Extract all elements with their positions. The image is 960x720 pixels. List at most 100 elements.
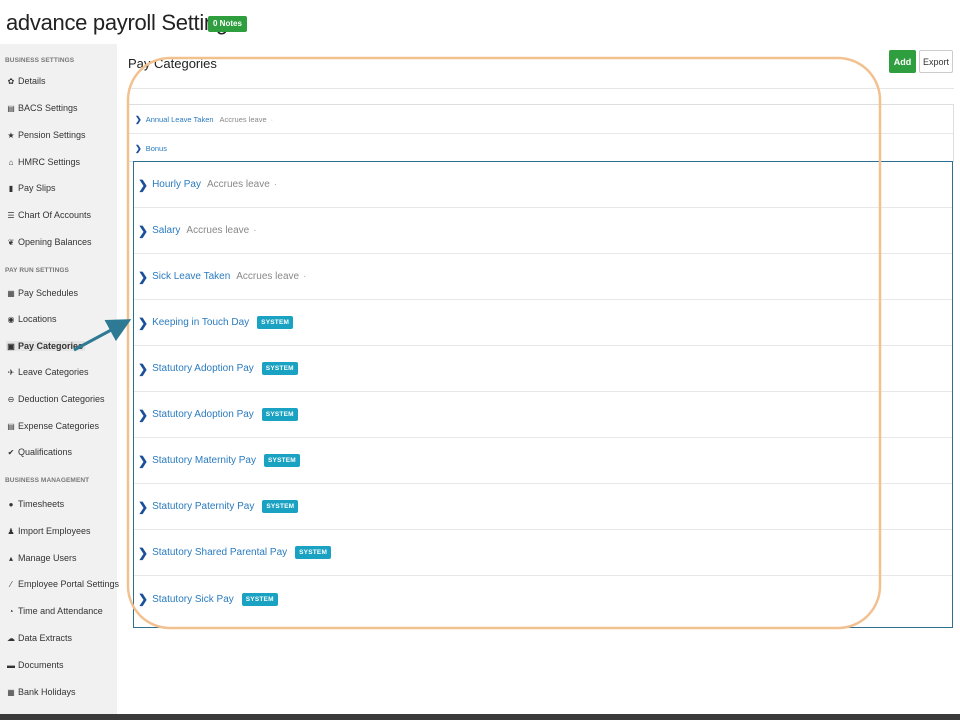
sidebar-item-label: Details [18, 76, 46, 86]
notes-badge[interactable]: 0 Notes [208, 16, 247, 32]
calendar-icon: ▦ [7, 288, 15, 298]
sidebar-item-qualifications[interactable]: ✔ Qualifications [6, 447, 72, 457]
pay-category-row[interactable]: ❯ Statutory Shared Parental Pay SYSTEM [134, 530, 952, 576]
sidebar-section-pay-run-settings: PAY RUN SETTINGS [5, 267, 69, 274]
pay-category-row[interactable]: ❯ Keeping in Touch Day SYSTEM [134, 300, 952, 346]
sidebar-item-locations[interactable]: ◉ Locations [6, 314, 57, 324]
bank-icon: ⌂ [8, 157, 14, 167]
pay-category-list: ❯ Hourly Pay Accrues leave · ❯ Salary Ac… [133, 161, 953, 628]
sidebar-item-label: Employee Portal Settings [18, 579, 120, 589]
sidebar-item-label: Deduction Categories [18, 394, 105, 404]
document-icon: ▤ [7, 103, 15, 113]
sidebar-item-pay-schedules[interactable]: ▦ Pay Schedules [6, 288, 78, 298]
chevron-right-icon: ❯ [138, 269, 149, 284]
pay-category-meta: Accrues leave [236, 271, 300, 282]
sidebar-item-employee-portal-settings[interactable]: ⁄ Employee Portal Settings [6, 579, 119, 589]
pay-category-separator: · [253, 225, 257, 236]
sidebar-item-expense-categories[interactable]: ▤ Expense Categories [6, 421, 99, 431]
export-button[interactable]: Export [919, 50, 953, 73]
sidebar-item-label: Pay Categories [18, 341, 84, 351]
sidebar-item-label: Expense Categories [18, 421, 100, 431]
sidebar-item-opening-balances[interactable]: ❦ Opening Balances [6, 237, 92, 247]
chevron-right-icon: ❯ [135, 114, 142, 124]
pay-category-name: Salary [152, 225, 181, 236]
system-badge: SYSTEM [264, 454, 300, 467]
calendar-icon: ▦ [7, 687, 15, 697]
pay-category-name: Statutory Adoption Pay [152, 409, 254, 420]
sidebar-item-label: Import Employees [18, 526, 91, 536]
sidebar-item-pay-slips[interactable]: ▮ Pay Slips [6, 183, 56, 193]
sidebar-item-label: Documents [18, 660, 64, 670]
pay-category-meta: Accrues leave [219, 114, 267, 124]
sidebar-item-time-and-attendance[interactable]: ◔ Time and Attendance [6, 606, 103, 616]
chevron-right-icon: ❯ [138, 499, 149, 514]
file-icon: ▮ [8, 183, 14, 193]
pay-category-row[interactable]: ❯ Statutory Maternity Pay SYSTEM [134, 438, 952, 484]
pay-category-row[interactable]: ❯ Annual Leave Taken Accrues leave · [129, 105, 953, 134]
pay-category-list-top: ❯ Annual Leave Taken Accrues leave · ❯ B… [128, 104, 954, 162]
sidebar-item-label: HMRC Settings [18, 157, 81, 167]
chevron-right-icon: ❯ [138, 592, 149, 606]
pay-category-meta: Accrues leave [186, 225, 250, 236]
pay-category-row[interactable]: ❯ Hourly Pay Accrues leave · [134, 162, 952, 208]
pay-category-row[interactable]: ❯ Statutory Paternity Pay SYSTEM [134, 484, 952, 530]
sidebar-item-details[interactable]: ✿ Details [6, 76, 46, 86]
pay-category-name: Statutory Sick Pay [152, 593, 234, 605]
chevron-right-icon: ❯ [135, 144, 142, 153]
money-icon: ▣ [7, 341, 15, 351]
sidebar-item-hmrc-settings[interactable]: ⌂ HMRC Settings [6, 157, 80, 167]
sidebar-item-pension-settings[interactable]: ★ Pension Settings [6, 130, 85, 140]
pay-category-row[interactable]: ❯ Salary Accrues leave · [134, 208, 952, 254]
system-badge: SYSTEM [295, 546, 332, 559]
pay-category-row[interactable]: ❯ Bonus [129, 134, 953, 163]
list-icon: ☰ [7, 210, 15, 220]
users-icon: ♟ [7, 526, 15, 536]
pay-category-row[interactable]: ❯ Statutory Adoption Pay SYSTEM [134, 392, 952, 438]
pay-category-row[interactable]: ❯ Sick Leave Taken Accrues leave · [134, 254, 952, 300]
lock-icon: ▴ [8, 553, 13, 563]
chevron-right-icon: ❯ [138, 407, 149, 422]
sidebar: BUSINESS SETTINGS ✿ Details ▤ BACS Setting… [0, 44, 119, 714]
sidebar-item-leave-categories[interactable]: ✈ Leave Categories [6, 367, 89, 377]
sidebar-item-import-employees[interactable]: ♟ Import Employees [6, 526, 91, 536]
pay-category-name: Statutory Maternity Pay [152, 455, 256, 466]
sidebar-item-pay-categories[interactable]: ▣ Pay Categories [6, 341, 86, 351]
sidebar-item-timesheets[interactable]: ● Timesheets [6, 499, 65, 509]
page-header: advance payroll Settings 0 Notes [0, 0, 960, 44]
wand-icon: ⁄ [10, 579, 12, 589]
check-icon: ✔ [7, 447, 15, 457]
system-badge: SYSTEM [261, 408, 298, 421]
sidebar-item-bacs-settings[interactable]: ▤ BACS Settings [6, 103, 78, 113]
sidebar-item-label: BACS Settings [18, 103, 78, 113]
chevron-right-icon: ❯ [138, 545, 149, 560]
star-icon: ★ [7, 130, 15, 140]
sidebar-item-bank-holidays[interactable]: ▦ Bank Holidays [6, 687, 76, 697]
sidebar-item-label: Bank Holidays [18, 687, 76, 697]
sidebar-item-chart-of-accounts[interactable]: ☰ Chart Of Accounts [6, 210, 91, 220]
pay-category-separator: · [270, 114, 274, 124]
sidebar-item-manage-users[interactable]: ▴ Manage Users [6, 553, 77, 563]
plane-icon: ✈ [7, 367, 15, 377]
system-badge: SYSTEM [261, 362, 298, 375]
pay-category-name: Hourly Pay [152, 179, 201, 190]
add-button[interactable]: Add [889, 50, 916, 73]
gear-icon: ✿ [7, 76, 15, 86]
chevron-right-icon: ❯ [138, 453, 149, 468]
timer-icon: ◔ [8, 606, 14, 616]
pay-category-meta: Accrues leave [206, 179, 270, 190]
cloud-icon: ☁ [7, 633, 15, 643]
map-marker-icon: ◉ [7, 314, 15, 324]
pay-category-name: Bonus [145, 144, 167, 153]
system-badge: SYSTEM [262, 500, 299, 513]
pay-category-name: Sick Leave Taken [152, 271, 231, 282]
pay-category-row[interactable]: ❯ Statutory Sick Pay SYSTEM [134, 576, 952, 622]
sidebar-item-label: Pay Schedules [18, 288, 79, 298]
receipt-icon: ▤ [7, 421, 15, 431]
sidebar-item-data-extracts[interactable]: ☁ Data Extracts [6, 633, 72, 643]
pay-category-name: Keeping in Touch Day [152, 317, 250, 328]
chevron-right-icon: ❯ [138, 315, 149, 330]
sidebar-section-business-management: BUSINESS MANAGEMENT [5, 477, 90, 484]
sidebar-item-deduction-categories[interactable]: ⊖ Deduction Categories [6, 394, 105, 404]
sidebar-item-documents[interactable]: ▬ Documents [6, 660, 64, 670]
pay-category-row[interactable]: ❯ Statutory Adoption Pay SYSTEM [134, 346, 952, 392]
